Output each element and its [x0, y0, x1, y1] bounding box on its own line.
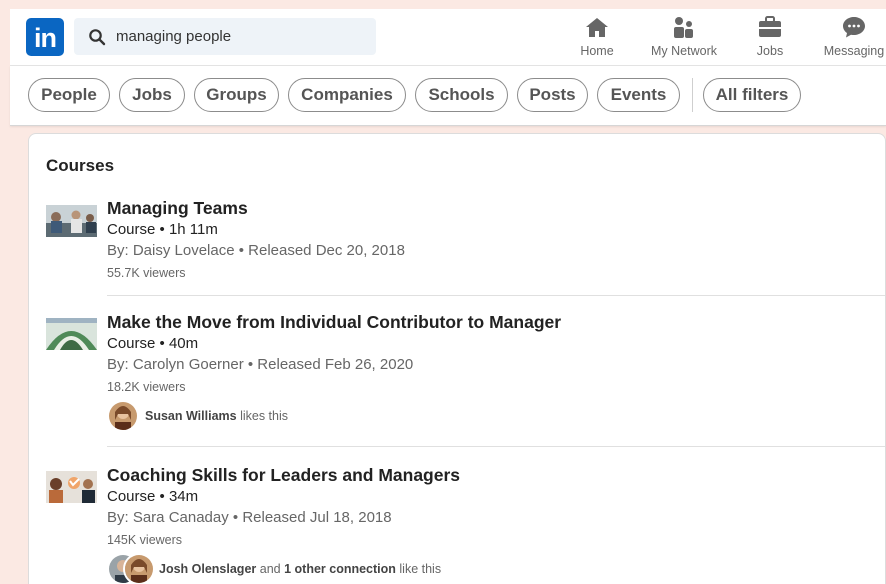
nav-label: Home [580, 44, 614, 58]
all-filters-button[interactable]: All filters [703, 78, 801, 112]
filter-schools[interactable]: Schools [415, 78, 508, 112]
course-meta: Course • 34m [107, 488, 199, 505]
linkedin-logo[interactable]: in [26, 18, 64, 56]
social-suffix: likes this [240, 409, 289, 423]
nav-label: My Network [651, 44, 717, 58]
course-byline: By: Carolyn Goerner • Released Feb 26, 2… [107, 356, 414, 373]
top-navigation-bar: in Home My Network Jobs [10, 9, 886, 66]
messaging-icon [843, 17, 865, 38]
avatar[interactable] [107, 400, 139, 432]
social-text: Josh Olenslager and 1 other connection l… [159, 562, 441, 576]
other-connections-link[interactable]: 1 other connection [284, 562, 396, 576]
nav-home[interactable]: Home [570, 13, 624, 63]
network-icon [674, 17, 693, 38]
course-meta: Course • 1h 11m [107, 221, 218, 238]
home-icon [586, 18, 608, 37]
course-title[interactable]: Managing Teams [107, 198, 248, 219]
connection-name[interactable]: Susan Williams [145, 409, 237, 423]
course-byline: By: Daisy Lovelace • Released Dec 20, 20… [107, 242, 405, 259]
search-filter-bar: People Jobs Groups Companies Schools Pos… [10, 66, 886, 126]
nav-jobs[interactable]: Jobs [746, 13, 794, 63]
search-icon [89, 29, 106, 46]
course-thumbnail[interactable] [46, 318, 97, 350]
social-and: and [259, 562, 281, 576]
social-suffix: like this [399, 562, 442, 576]
avatar[interactable] [123, 553, 155, 584]
filter-jobs[interactable]: Jobs [119, 78, 185, 112]
course-viewers: 145K viewers [107, 533, 183, 547]
item-divider [107, 295, 885, 296]
connection-name[interactable]: Josh Olenslager [159, 562, 256, 576]
filter-companies[interactable]: Companies [288, 78, 406, 112]
nav-label: Messaging [823, 44, 885, 58]
briefcase-icon [759, 16, 781, 37]
social-proof: Josh Olenslager and 1 other connection l… [107, 553, 607, 584]
course-meta: Course • 40m [107, 335, 199, 352]
course-thumbnail[interactable] [46, 471, 97, 503]
course-viewers: 55.7K viewers [107, 266, 186, 280]
filter-people[interactable]: People [28, 78, 110, 112]
social-text: Susan Williams likes this [145, 409, 288, 423]
courses-card: Courses Managing Teams Course • 1h 11m B… [28, 133, 886, 584]
item-divider [107, 446, 885, 447]
nav-my-network[interactable]: My Network [642, 13, 726, 63]
filter-events[interactable]: Events [597, 78, 680, 112]
course-viewers: 18.2K viewers [107, 380, 186, 394]
nav-messaging[interactable]: Messaging [818, 13, 886, 63]
filter-groups[interactable]: Groups [194, 78, 279, 112]
search-box[interactable] [74, 18, 376, 55]
course-title[interactable]: Make the Move from Individual Contributo… [107, 312, 561, 333]
course-thumbnail[interactable] [46, 205, 97, 237]
course-byline: By: Sara Canaday • Released Jul 18, 2018 [107, 509, 392, 526]
filter-divider [692, 78, 693, 112]
nav-label: Jobs [756, 44, 784, 58]
search-input[interactable] [116, 18, 366, 55]
course-title[interactable]: Coaching Skills for Leaders and Managers [107, 465, 460, 486]
section-title: Courses [46, 156, 115, 175]
filter-posts[interactable]: Posts [517, 78, 588, 112]
social-proof: Susan Williams likes this [107, 400, 507, 432]
